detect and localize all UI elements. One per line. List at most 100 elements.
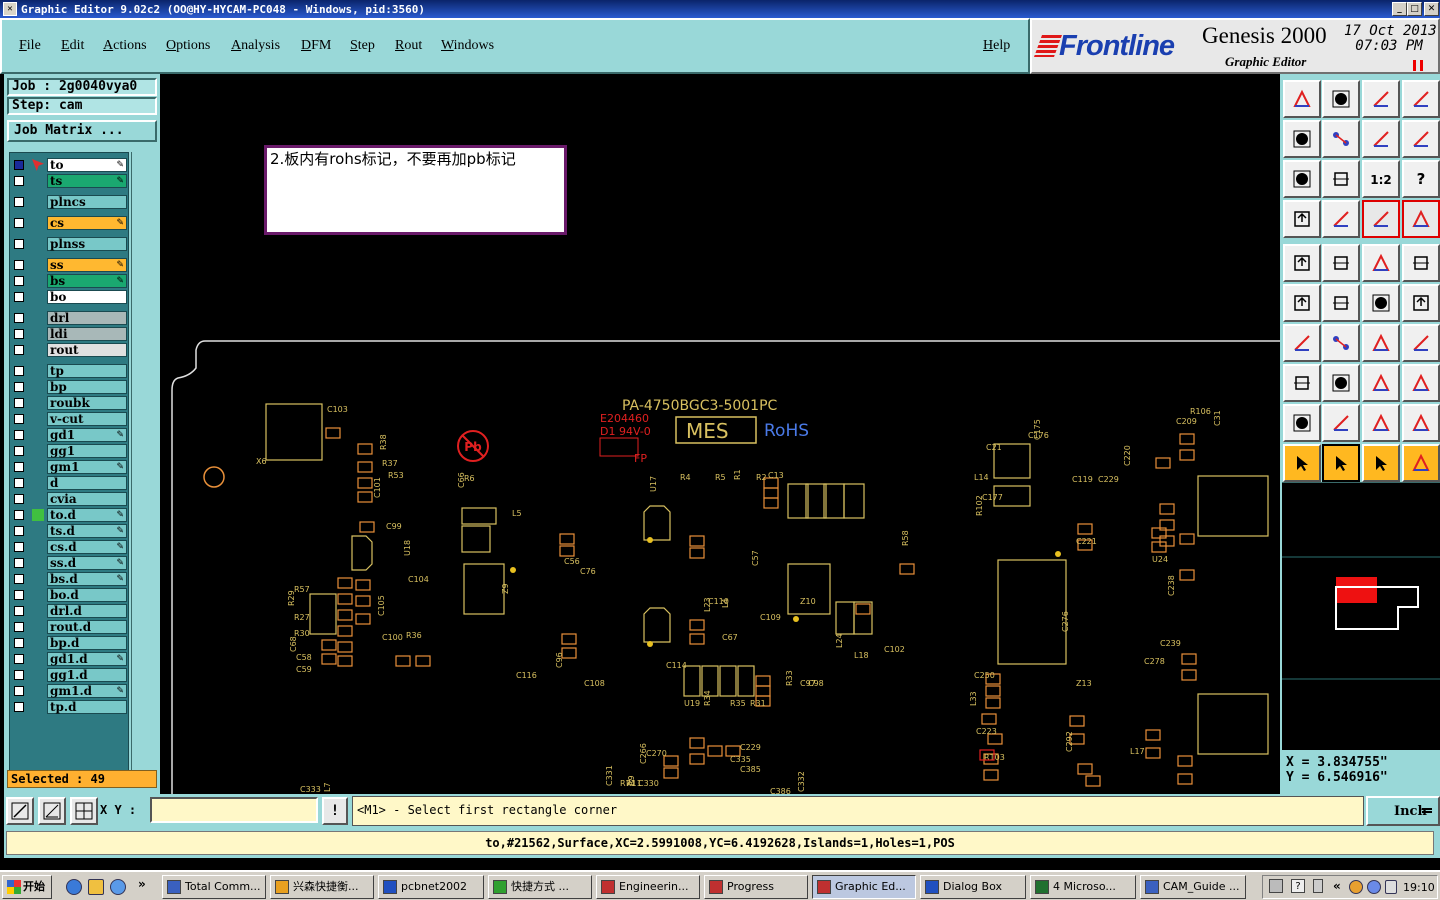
layer-display-checkbox[interactable] [14, 430, 24, 440]
triangle-button[interactable] [1283, 404, 1321, 442]
taskbar-item[interactable]: pcbnet2002 [378, 875, 484, 899]
layer-display-checkbox[interactable] [14, 590, 24, 600]
resize-button[interactable] [1322, 244, 1360, 282]
menu-help[interactable]: Help [983, 38, 1010, 54]
route-button[interactable] [1402, 444, 1440, 482]
add-line-button[interactable] [1362, 284, 1400, 322]
layer-display-checkbox[interactable] [14, 510, 24, 520]
snap-center-button[interactable] [1402, 200, 1440, 238]
layer-row-ts[interactable]: ts ✎ [10, 174, 130, 188]
arch-double-button[interactable] [1402, 404, 1440, 442]
layer-row-bp[interactable]: bp [10, 380, 130, 394]
layer-display-checkbox[interactable] [14, 176, 24, 186]
layer-display-checkbox[interactable] [14, 462, 24, 472]
taskbar-item[interactable]: Progress [704, 875, 808, 899]
ie-icon[interactable] [66, 879, 82, 895]
quicklaunch-more-icon[interactable]: » [138, 877, 146, 891]
layer-row-ss[interactable]: ss ✎ [10, 258, 130, 272]
layer-row-bp-d[interactable]: bp.d [10, 636, 130, 650]
layer-display-checkbox[interactable] [14, 398, 24, 408]
layer-display-checkbox[interactable] [14, 239, 24, 249]
pan-right-button[interactable] [1322, 120, 1360, 158]
tray-expand-icon[interactable]: « [1333, 879, 1341, 893]
volume-icon[interactable] [1385, 880, 1397, 894]
layer-row-gg1-d[interactable]: gg1.d [10, 668, 130, 682]
xy-input[interactable] [150, 797, 318, 823]
help-button[interactable]: ? [1402, 160, 1440, 198]
layer-display-checkbox[interactable] [14, 366, 24, 376]
layer-row-v-cut[interactable]: v-cut [10, 412, 130, 426]
edit-angle-button[interactable] [1283, 324, 1321, 362]
layer-row-to[interactable]: to ✎ [10, 158, 130, 172]
start-button[interactable]: 开始 [2, 875, 52, 899]
menu-edit[interactable]: Edit [61, 38, 84, 54]
power-icon[interactable] [1313, 879, 1323, 893]
browser-icon[interactable] [110, 879, 126, 895]
pointer-select-button[interactable] [1362, 444, 1400, 482]
layer-display-checkbox[interactable] [14, 345, 24, 355]
layer-display-checkbox[interactable] [14, 702, 24, 712]
taskbar-item[interactable]: CAM_Guide ... [1140, 875, 1246, 899]
group-button[interactable] [1402, 364, 1440, 402]
layer-list-scrollbar[interactable] [131, 152, 155, 788]
layer-row-bo-d[interactable]: bo.d [10, 588, 130, 602]
layer-display-checkbox[interactable] [14, 686, 24, 696]
taskbar-item[interactable]: Dialog Box [920, 875, 1026, 899]
layer-display-checkbox[interactable] [14, 276, 24, 286]
layer-display-checkbox[interactable] [14, 606, 24, 616]
zoom-fit-button[interactable] [1283, 160, 1321, 198]
layer-display-checkbox[interactable] [14, 414, 24, 424]
zoom-profile-button[interactable] [1322, 160, 1360, 198]
layer-display-checkbox[interactable] [14, 218, 24, 228]
menu-analysis[interactable]: Analysis [231, 38, 280, 54]
undo-button[interactable] [1362, 120, 1400, 158]
minimize-button[interactable]: _ [1392, 2, 1407, 16]
layer-display-checkbox[interactable] [14, 260, 24, 270]
layer-display-checkbox[interactable] [14, 670, 24, 680]
help-tray-icon[interactable]: ? [1291, 879, 1305, 893]
grid-snap-button[interactable] [70, 797, 98, 825]
maximize-button[interactable]: □ [1407, 2, 1422, 16]
zoom-in-button[interactable] [6, 797, 34, 825]
snap-button[interactable] [1362, 200, 1400, 238]
layer-row-ldi[interactable]: ldi [10, 327, 130, 341]
layer-row-bs-d[interactable]: bs.d ✎ [10, 572, 130, 586]
layer-row-cs-d[interactable]: cs.d ✎ [10, 540, 130, 554]
menu-dfm[interactable]: DFM [301, 38, 331, 54]
layer-display-checkbox[interactable] [14, 558, 24, 568]
layer-row-gd1-d[interactable]: gd1.d ✎ [10, 652, 130, 666]
layer-display-checkbox[interactable] [14, 292, 24, 302]
move-to-top-button[interactable] [1283, 80, 1321, 118]
cut-line-button[interactable] [1322, 364, 1360, 402]
taskbar-item[interactable]: 4 Microso... [1030, 875, 1136, 899]
layer-row-gg1[interactable]: gg1 [10, 444, 130, 458]
home-button[interactable] [1362, 80, 1400, 118]
menu-options[interactable]: Options [166, 38, 210, 54]
layer-row-bo[interactable]: bo [10, 290, 130, 304]
menu-actions[interactable]: Actions [103, 38, 147, 54]
layer-display-checkbox[interactable] [14, 638, 24, 648]
layer-row-tp-d[interactable]: tp.d [10, 700, 130, 714]
layer-row-cs[interactable]: cs ✎ [10, 216, 130, 230]
menu-file[interactable]: File [19, 38, 41, 54]
layer-display-checkbox[interactable] [14, 160, 24, 170]
layer-display-checkbox[interactable] [14, 494, 24, 504]
add-pad-button[interactable] [1283, 244, 1321, 282]
circle-button[interactable] [1402, 244, 1440, 282]
layer-row-drl[interactable]: drl [10, 311, 130, 325]
graphic-canvas[interactable]: PbPA-4750BGC3-5001PCE204460D1 94V-0FPMES… [160, 74, 1280, 794]
select-point-button[interactable] [1283, 364, 1321, 402]
layer-row-to-d[interactable]: to.d ✎ [10, 508, 130, 522]
layer-display-checkbox[interactable] [14, 329, 24, 339]
taskbar-item[interactable]: Total Comm... [162, 875, 266, 899]
angle-button[interactable] [38, 797, 66, 825]
layer-display-checkbox[interactable] [14, 382, 24, 392]
layer-row-drl-d[interactable]: drl.d [10, 604, 130, 618]
arch-filled-button[interactable] [1362, 404, 1400, 442]
delete-point-button[interactable] [1322, 284, 1360, 322]
layer-display-checkbox[interactable] [14, 542, 24, 552]
layer-display-checkbox[interactable] [14, 526, 24, 536]
layer-row-gm1[interactable]: gm1 ✎ [10, 460, 130, 474]
folder-icon[interactable] [88, 879, 104, 895]
close-button[interactable]: ✕ [1424, 2, 1439, 16]
